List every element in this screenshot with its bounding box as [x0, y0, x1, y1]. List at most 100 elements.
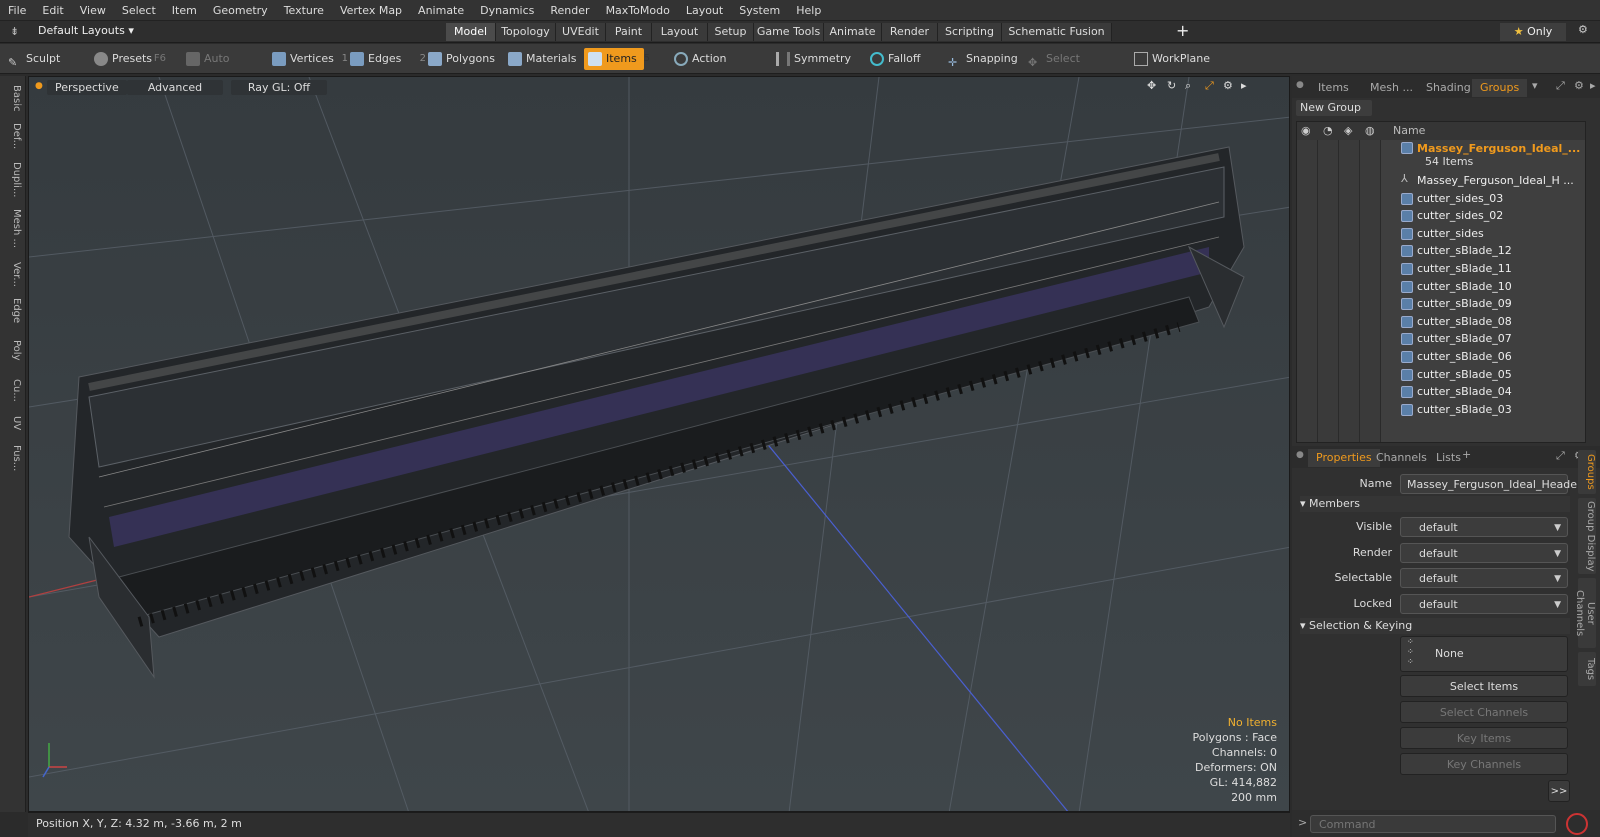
- menu-item-edit[interactable]: Edit: [34, 0, 71, 21]
- pan-icon[interactable]: ✥: [1147, 79, 1156, 92]
- members-section[interactable]: ▾ Members: [1300, 496, 1570, 512]
- viewport-options-icon[interactable]: ●: [35, 81, 43, 91]
- menu-item-maxtomodo[interactable]: MaxToModo: [598, 0, 678, 21]
- select-channels-button[interactable]: Select Channels: [1400, 701, 1568, 723]
- tree-item[interactable]: cutter_sBlade_03: [1297, 401, 1585, 419]
- menu-item-item[interactable]: Item: [164, 0, 205, 21]
- viewport-gear-icon[interactable]: ⚙: [1223, 79, 1233, 92]
- layout-lock-icon[interactable]: ⇟: [10, 25, 19, 38]
- snapping-button[interactable]: ✛ Snapping: [944, 48, 1022, 70]
- none-selector[interactable]: ⁘ ⁘ ⁘ None: [1400, 636, 1568, 672]
- menu-item-view[interactable]: View: [72, 0, 114, 21]
- side-tab-user-channels[interactable]: User Channels: [1574, 578, 1596, 648]
- left-tab-9[interactable]: Fus...: [4, 438, 22, 478]
- layout-tab-scripting[interactable]: Scripting: [938, 23, 1002, 41]
- eye-icon[interactable]: ◉: [1301, 122, 1311, 140]
- panel-tab-groups[interactable]: Groups: [1472, 79, 1528, 97]
- layout-tab-game-tools[interactable]: Game Tools: [754, 23, 824, 41]
- left-tab-5[interactable]: Edge: [4, 294, 22, 328]
- panel-expand-icon[interactable]: ⤢: [1556, 79, 1565, 93]
- name-column-header[interactable]: Name: [1393, 122, 1425, 140]
- left-tab-8[interactable]: UV: [4, 410, 22, 436]
- props-add-tab[interactable]: +: [1462, 448, 1471, 461]
- panel-gear-icon[interactable]: ⚙: [1574, 79, 1584, 92]
- panel-tab-mesh[interactable]: Mesh ...: [1362, 79, 1421, 97]
- add-tab-button[interactable]: +: [1176, 21, 1189, 40]
- zoom-icon[interactable]: ⌕: [1185, 79, 1191, 93]
- shading-button[interactable]: Advanced: [127, 80, 223, 95]
- locked-select[interactable]: default ▼: [1400, 594, 1568, 614]
- left-tab-3[interactable]: Mesh ...: [4, 204, 22, 254]
- left-tab-7[interactable]: Cu...: [4, 372, 22, 408]
- layout-tab-setup[interactable]: Setup: [708, 23, 754, 41]
- layout-tab-schematic-fusion[interactable]: Schematic Fusion: [1002, 23, 1112, 41]
- visible-select[interactable]: default ▼: [1400, 517, 1568, 537]
- menu-item-geometry[interactable]: Geometry: [205, 0, 276, 21]
- select-items-button[interactable]: Select Items: [1400, 675, 1568, 697]
- select-icon[interactable]: ◍: [1365, 122, 1375, 140]
- key-items-button[interactable]: Key Items: [1400, 727, 1568, 749]
- layout-tab-layout[interactable]: Layout: [652, 23, 708, 41]
- render-icon[interactable]: ◔: [1323, 122, 1333, 140]
- menu-item-help[interactable]: Help: [788, 0, 829, 21]
- menu-item-render[interactable]: Render: [542, 0, 597, 21]
- props-grip-icon[interactable]: ●: [1296, 450, 1304, 460]
- left-tab-6[interactable]: Poly: [4, 330, 22, 370]
- tree-item[interactable]: cutter_sBlade_08: [1297, 313, 1585, 331]
- menu-item-layout[interactable]: Layout: [678, 0, 731, 21]
- only-toggle[interactable]: ★ Only: [1500, 23, 1566, 41]
- panel-tab-shading[interactable]: Shading: [1418, 79, 1479, 97]
- panel-arrow-icon[interactable]: ▸: [1590, 79, 1596, 92]
- menu-item-dynamics[interactable]: Dynamics: [472, 0, 542, 21]
- left-tab-2[interactable]: Dupli...: [4, 158, 22, 202]
- layout-tab-animate[interactable]: Animate: [824, 23, 882, 41]
- key-channels-button[interactable]: Key Channels: [1400, 753, 1568, 775]
- select-through-button[interactable]: ✥Select Through: [1024, 48, 1130, 87]
- tree-item[interactable]: cutter_sBlade_10: [1297, 278, 1585, 296]
- left-tab-0[interactable]: Basic: [4, 82, 22, 114]
- presets-button[interactable]: Presets F6: [90, 48, 170, 70]
- rotate-icon[interactable]: ↻: [1167, 79, 1176, 92]
- action-center-button[interactable]: Action Center: [670, 48, 764, 87]
- edges-button[interactable]: Edges 2: [346, 48, 426, 70]
- props-expand-icon[interactable]: ⤢: [1556, 449, 1565, 463]
- menu-item-system[interactable]: System: [731, 0, 788, 21]
- side-tab-group-display[interactable]: Group Display: [1578, 498, 1596, 574]
- layout-tab-uvedit[interactable]: UVEdit: [556, 23, 606, 41]
- tree-item[interactable]: cutter_sBlade_06: [1297, 348, 1585, 366]
- falloff-button[interactable]: Falloff: [866, 48, 936, 70]
- layout-tab-model[interactable]: Model: [446, 23, 496, 41]
- menu-item-animate[interactable]: Animate: [410, 0, 472, 21]
- tree-item[interactable]: ⅄ Massey_Ferguson_Ideal_H ...: [1297, 172, 1585, 190]
- left-tab-1[interactable]: Def...: [4, 116, 22, 156]
- materials-button[interactable]: Materials: [504, 48, 576, 70]
- expand-arrow-icon[interactable]: ▸: [1241, 79, 1247, 92]
- record-icon[interactable]: [1566, 813, 1588, 835]
- sculpt-button[interactable]: ✎ Sculpt: [4, 48, 82, 70]
- settings-gear-icon[interactable]: ⚙: [1578, 23, 1588, 36]
- selectable-select[interactable]: default ▼: [1400, 568, 1568, 588]
- menu-item-select[interactable]: Select: [114, 0, 164, 21]
- 3d-viewport[interactable]: ● Perspective Advanced Ray GL: Off ✥ ↻ ⌕…: [28, 76, 1290, 812]
- selection-keying-section[interactable]: ▾ Selection & Keying: [1300, 618, 1570, 634]
- lock-icon[interactable]: ◈: [1344, 122, 1352, 140]
- new-group-button[interactable]: New Group: [1296, 100, 1372, 116]
- props-tab-channels[interactable]: Channels: [1368, 449, 1435, 467]
- more-button[interactable]: >>: [1548, 780, 1570, 802]
- view-type-button[interactable]: Perspective: [47, 80, 127, 95]
- command-input[interactable]: [1310, 815, 1556, 833]
- tree-item[interactable]: cutter_sides: [1297, 225, 1585, 243]
- group-row[interactable]: Massey_Ferguson_Ideal_... 54 Items: [1297, 140, 1585, 170]
- tree-item[interactable]: cutter_sBlade_09: [1297, 295, 1585, 313]
- vertices-button[interactable]: Vertices 1: [268, 48, 348, 70]
- render-select[interactable]: default ▼: [1400, 543, 1568, 563]
- maximize-icon[interactable]: ⤢: [1205, 79, 1214, 93]
- menu-item-file[interactable]: File: [0, 0, 34, 21]
- tree-item[interactable]: cutter_sBlade_07: [1297, 330, 1585, 348]
- workplane-button[interactable]: WorkPlane: [1130, 48, 1216, 70]
- symmetry-button[interactable]: Symmetry: [772, 48, 852, 70]
- raygl-button[interactable]: Ray GL: Off: [231, 80, 327, 95]
- panel-tab-items[interactable]: Items: [1310, 79, 1357, 97]
- tree-item[interactable]: cutter_sBlade_04: [1297, 383, 1585, 401]
- auto-select-button[interactable]: Auto Select: [182, 48, 264, 87]
